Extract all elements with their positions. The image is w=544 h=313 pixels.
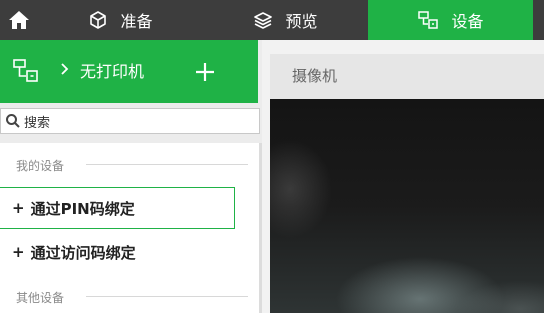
plus-icon: + [12, 199, 25, 217]
section-my-devices: 我的设备 [16, 159, 65, 173]
tab-devices[interactable]: 设备 [368, 0, 533, 40]
top-navigation: 准备 预览 设备 [0, 0, 544, 40]
device-network-icon [417, 10, 439, 30]
plus-icon [196, 63, 214, 81]
printer-label: 无打印机 [80, 62, 145, 81]
section-divider [86, 296, 248, 297]
camera-title: 摄像机 [292, 67, 338, 85]
add-printer-button[interactable] [192, 59, 218, 89]
home-button[interactable] [0, 0, 38, 40]
tab-label: 设备 [451, 12, 484, 31]
search-input[interactable]: 搜索 [0, 108, 260, 134]
list-item-label: 通过访问码绑定 [30, 243, 136, 262]
section-other-devices: 其他设备 [16, 291, 65, 305]
home-icon [9, 11, 29, 29]
plus-icon: + [12, 243, 25, 261]
tab-preview[interactable]: 预览 [203, 0, 368, 40]
tab-label: 准备 [120, 12, 153, 31]
tab-label: 预览 [285, 12, 318, 31]
device-network-icon [12, 58, 40, 88]
search-icon [6, 114, 20, 128]
camera-feed[interactable] [270, 99, 544, 313]
chevron-right-icon [60, 61, 70, 80]
device-list: 我的设备 + 通过PIN码绑定 + 通过访问码绑定 其他设备 [0, 143, 262, 313]
bind-by-access-code-button[interactable]: + 通过访问码绑定 [0, 231, 235, 273]
camera-header: 摄像机 [270, 54, 544, 99]
search-placeholder: 搜索 [24, 115, 51, 131]
cube-icon [88, 10, 108, 30]
list-item-label: 通过PIN码绑定 [30, 199, 135, 218]
camera-panel: 摄像机 [262, 40, 544, 313]
device-sidebar: 无打印机 搜索 我的设备 + 通过PIN码绑定 + 通过访问码绑定 其他设备 [0, 40, 262, 313]
printer-selector[interactable]: 无打印机 [0, 40, 258, 103]
bind-by-pin-button[interactable]: + 通过PIN码绑定 [0, 187, 235, 229]
section-divider [86, 164, 248, 165]
tab-prepare[interactable]: 准备 [38, 0, 203, 40]
layers-icon [253, 10, 273, 30]
